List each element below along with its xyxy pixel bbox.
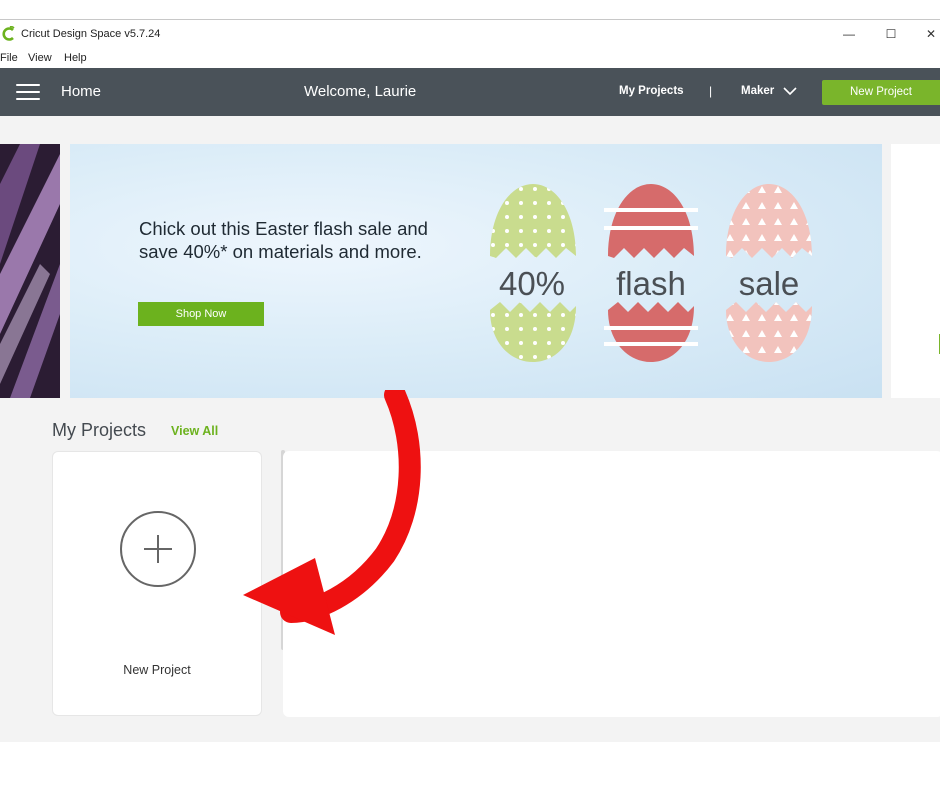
carousel-next-slide[interactable] [891, 144, 940, 398]
window-title: Cricut Design Space v5.7.24 [21, 28, 161, 40]
promo-headline: Chick out this Easter flash sale and sav… [139, 218, 428, 262]
view-all-link[interactable]: View All [171, 424, 218, 438]
menu-view[interactable]: View [28, 52, 52, 64]
top-nav: Home Welcome, Laurie My Projects | Maker… [0, 68, 940, 116]
app-window: Cricut Design Space v5.7.24 — ☐ ✕ File V… [0, 0, 940, 788]
my-projects-link[interactable]: My Projects [619, 85, 684, 97]
carousel-prev-slide[interactable] [0, 144, 60, 398]
menu-bar: File View Help [0, 50, 940, 66]
page-title: Home [61, 83, 102, 100]
promo-banner[interactable]: Chick out this Easter flash sale and sav… [70, 144, 882, 398]
nav-separator: | [709, 84, 713, 98]
window-top-border [0, 19, 940, 20]
new-project-button[interactable]: New Project [822, 80, 940, 105]
egg-label-flash: flash [616, 265, 686, 302]
curved-arrow-icon [243, 390, 421, 635]
menu-help[interactable]: Help [64, 52, 87, 64]
minimize-button[interactable]: — [834, 24, 864, 44]
chevron-down-icon[interactable] [783, 86, 797, 96]
maximize-button[interactable]: ☐ [876, 24, 906, 44]
shop-now-button[interactable]: Shop Now [138, 302, 264, 326]
title-bar: Cricut Design Space v5.7.24 — ☐ ✕ [0, 22, 940, 46]
welcome-message: Welcome, Laurie [304, 83, 417, 100]
egg-label-sale: sale [738, 265, 800, 302]
menu-file[interactable]: File [0, 52, 18, 64]
egg-label-percent: 40% [498, 265, 566, 302]
machine-selector[interactable]: Maker [741, 85, 774, 97]
close-button[interactable]: ✕ [916, 24, 940, 44]
cricut-logo-icon [2, 26, 15, 41]
section-title: My Projects [52, 420, 147, 440]
plus-circle-icon [120, 511, 196, 587]
vinyl-roll-image [0, 144, 60, 398]
new-project-label: New Project [123, 663, 191, 677]
new-project-card[interactable]: New Project [52, 451, 262, 716]
hamburger-menu-icon[interactable] [16, 84, 40, 102]
